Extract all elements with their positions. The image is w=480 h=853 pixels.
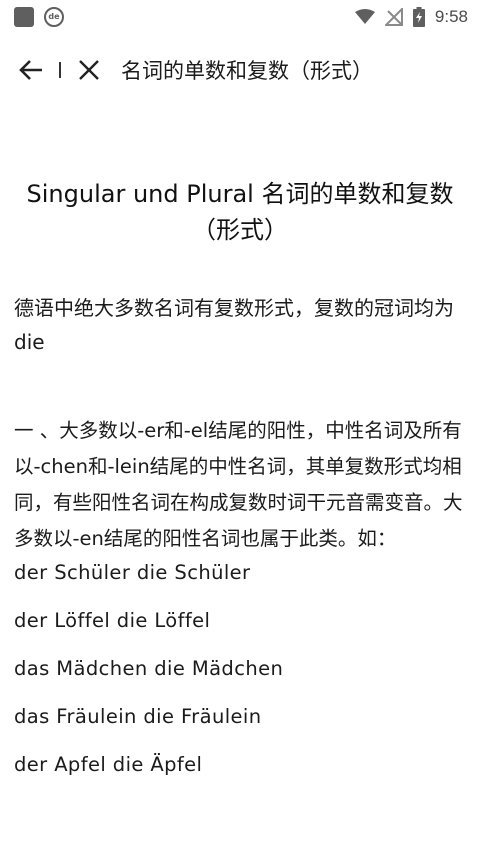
example-item: der Apfel die Äpfel [14, 753, 203, 776]
app-notification-icon [14, 7, 34, 27]
wifi-icon [354, 9, 375, 24]
article-content: Singular und Plural 名词的单数和复数 （形式） 德语中绝大多… [0, 96, 480, 801]
example-item: das Fräulein die Fräulein [14, 705, 262, 728]
status-time: 9:58 [434, 7, 468, 26]
example-list: der Schüler die Schüler der Löffel die L… [14, 561, 466, 777]
status-right: 9:58 [354, 7, 468, 27]
de-app-icon: de [44, 7, 64, 27]
toolbar: 名词的单数和复数（形式） [0, 44, 480, 96]
battery-charging-icon [412, 7, 425, 27]
no-signal-icon [384, 8, 403, 26]
close-button[interactable] [75, 56, 103, 84]
arrow-left-icon [19, 60, 42, 80]
section-paragraph: 一 、大多数以-er和-el结尾的阳性，中性名词及所有以-chen和-lein结… [14, 419, 463, 550]
example-item: das Mädchen die Mädchen [14, 657, 284, 680]
back-button[interactable] [17, 56, 45, 84]
status-bar: de 9:58 [0, 0, 480, 34]
status-left: de [14, 7, 64, 27]
article-title: Singular und Plural 名词的单数和复数 （形式） [14, 176, 466, 248]
close-icon [79, 60, 99, 80]
intro-paragraph: 德语中绝大多数名词有复数形式，复数的冠词均为die [14, 296, 454, 354]
page-title: 名词的单数和复数（形式） [121, 59, 373, 83]
example-item: der Schüler die Schüler [14, 561, 251, 584]
article-title-line-1: Singular und Plural 名词的单数和复数 [26, 180, 454, 208]
toolbar-divider [59, 62, 61, 78]
article-title-line-2: （形式） [192, 216, 288, 244]
example-item: der Löffel die Löffel [14, 609, 211, 632]
